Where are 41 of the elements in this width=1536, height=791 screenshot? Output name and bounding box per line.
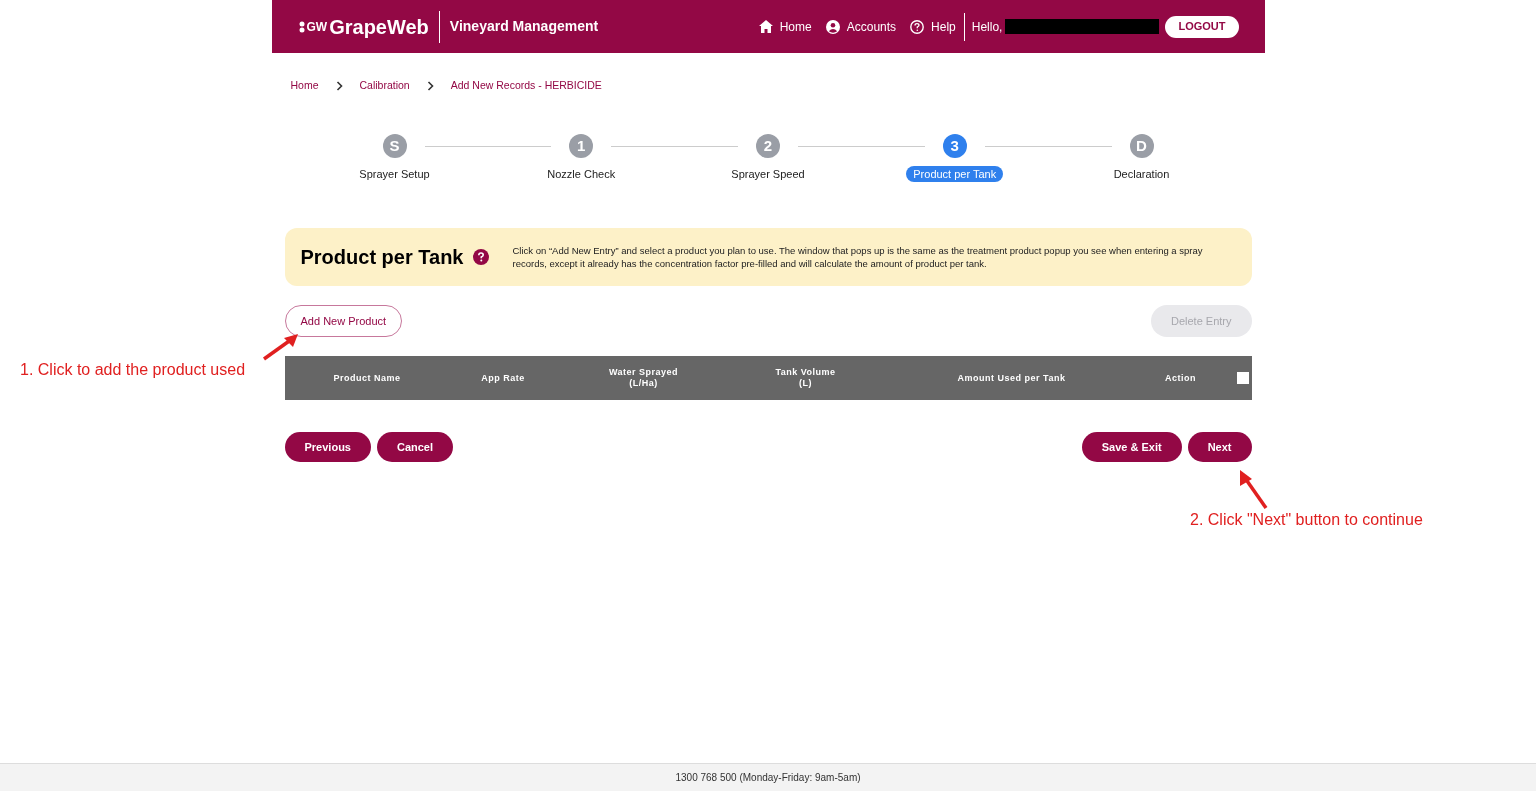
select-all-checkbox[interactable] [1236, 372, 1249, 385]
help-icon [910, 19, 925, 34]
column-header: Action [1164, 372, 1197, 384]
breadcrumb-link[interactable]: Home [290, 78, 319, 94]
nav-button[interactable]: Save & Exit [1081, 432, 1182, 463]
step-label[interactable]: Nozzle Check [540, 165, 623, 183]
breadcrumb-link[interactable]: Add New Records - HERBICIDE [450, 78, 602, 94]
nav-button[interactable]: Previous [284, 432, 371, 463]
logout-button[interactable]: LOGOUT [1165, 15, 1239, 38]
annotation-arrow [1237, 468, 1269, 510]
breadcrumb-link[interactable]: Calibration [359, 78, 410, 94]
logo: GrapeWeb [329, 14, 429, 40]
chevron-icon [426, 80, 434, 91]
nav-link[interactable]: Home [758, 17, 812, 36]
user-icon [825, 19, 840, 34]
nav-button[interactable]: Next [1187, 432, 1252, 463]
annotation-arrow [262, 331, 300, 361]
column-header: Product Name [332, 372, 402, 384]
step-label[interactable]: Sprayer Speed [724, 165, 812, 183]
help-icon[interactable] [472, 249, 489, 266]
step-label[interactable]: Declaration [1106, 165, 1177, 183]
column-header: Tank Volume (L) [774, 367, 837, 390]
chevron-icon [335, 80, 343, 91]
column-header: Water Sprayed (L/Ha) [607, 367, 680, 390]
column-header: Amount Used per Tank [956, 372, 1067, 384]
annotation-text: 2. Click "Next" button to continue [1190, 510, 1423, 530]
greeting: Hello, [971, 18, 1003, 36]
grape-logo-icon [297, 20, 306, 33]
nav-button[interactable]: Cancel [376, 432, 454, 463]
column-header: App Rate [480, 372, 526, 384]
step-label[interactable]: Sprayer Setup [352, 165, 437, 183]
step-label[interactable]: Product per Tank [906, 165, 1004, 183]
info-text: Click on “Add New Entry” and select a product you plan to use. The window that pops up is the same as the treatment product popup you see when entering a spray records, except it already has the concentration factor pre-filled and will calculate the amount of product per tank. [512, 244, 1204, 271]
annotation-text: 1. Click to add the product used [20, 360, 246, 380]
nav-link[interactable]: Accounts [825, 17, 897, 36]
logo-mark: GW [306, 18, 328, 36]
section-title: Product per Tank [300, 245, 464, 271]
home-icon [758, 20, 773, 33]
footer-text: 1300 768 500 (Monday-Friday: 9am-5am) [675, 771, 861, 785]
nav-link[interactable]: Help [910, 17, 956, 36]
app-title: Vineyard Management [449, 17, 599, 36]
